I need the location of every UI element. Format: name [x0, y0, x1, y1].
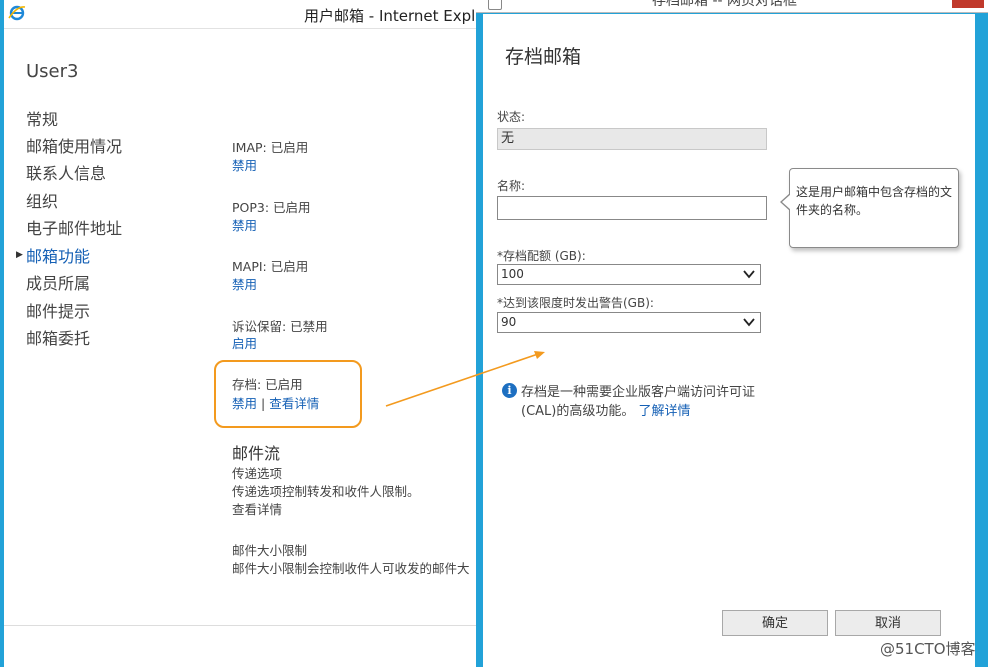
- nav-mailbox-features[interactable]: 邮箱功能: [26, 243, 90, 267]
- ok-button[interactable]: 确定: [722, 610, 828, 636]
- imap-disable-link[interactable]: 禁用: [232, 155, 257, 174]
- message-size-title: 邮件大小限制: [232, 543, 308, 558]
- nav-mail-tips[interactable]: 邮件提示: [26, 298, 90, 322]
- quota-select[interactable]: 100: [497, 264, 761, 285]
- nav-member-of[interactable]: 成员所属: [26, 270, 90, 294]
- dialog-heading: 存档邮箱: [505, 46, 582, 68]
- info-icon: i: [502, 383, 517, 398]
- nav-email-address[interactable]: 电子邮件地址: [26, 215, 122, 239]
- quota-label: *存档配额 (GB):: [497, 249, 586, 263]
- archive-status: 存档: 已启用: [232, 377, 303, 392]
- ie-title-bar: 用户邮箱 - Internet Explo: [4, 0, 485, 29]
- info-text-line2: (CAL)的高级功能。 了解详情: [521, 400, 691, 419]
- chevron-down-icon: [743, 318, 755, 327]
- archive-mailbox-dialog: 存档邮箱 -- 网页对话框 存档邮箱 状态: 无 名称: 这是用户邮箱中包含存档…: [476, 0, 988, 667]
- warning-select[interactable]: 90: [497, 312, 761, 333]
- user-name: User3: [26, 61, 79, 82]
- mapi-disable-link[interactable]: 禁用: [232, 274, 257, 293]
- archive-links: 禁用 | 查看详情: [232, 393, 319, 412]
- internet-explorer-icon: [8, 5, 26, 21]
- nav-organization[interactable]: 组织: [26, 188, 58, 212]
- archive-disable-link[interactable]: 禁用: [232, 396, 257, 411]
- info-text-line1: 存档是一种需要企业版客户端访问许可证: [521, 385, 756, 400]
- nav-mailbox-delegation[interactable]: 邮箱委托: [26, 325, 90, 349]
- delivery-options-details-link[interactable]: 查看详情: [232, 499, 282, 518]
- nav-mailbox-usage[interactable]: 邮箱使用情况: [26, 133, 122, 157]
- name-input[interactable]: [497, 196, 767, 220]
- dialog-icon: [488, 0, 502, 10]
- quota-value: 100: [501, 267, 524, 281]
- nav-contact-info[interactable]: 联系人信息: [26, 160, 106, 184]
- delivery-options-desc: 传递选项控制转发和收件人限制。: [232, 484, 420, 499]
- pop3-status: POP3: 已启用: [232, 200, 311, 215]
- ie-window: 用户邮箱 - Internet Explo User3 常规 邮箱使用情况 联系…: [0, 0, 485, 667]
- archive-details-link[interactable]: 查看详情: [269, 396, 319, 411]
- chevron-down-icon: [743, 270, 755, 279]
- tooltip-text: 这是用户邮箱中包含存档的文件夹的名称。: [796, 185, 953, 217]
- name-label: 名称:: [497, 179, 526, 193]
- divider: [4, 625, 478, 626]
- cancel-button[interactable]: 取消: [835, 610, 941, 636]
- nav-general[interactable]: 常规: [26, 106, 58, 130]
- litigation-hold-enable-link[interactable]: 启用: [232, 333, 257, 352]
- warning-label: *达到该限度时发出警告(GB):: [497, 296, 654, 310]
- link-separator: |: [261, 396, 266, 411]
- learn-more-link[interactable]: 了解详情: [639, 404, 691, 419]
- warning-value: 90: [501, 315, 517, 329]
- dialog-content: 存档邮箱 状态: 无 名称: 这是用户邮箱中包含存档的文件夹的名称。 *存档配额…: [483, 14, 975, 667]
- mapi-status: MAPI: 已启用: [232, 259, 309, 274]
- mailbox-properties-page: User3 常规 邮箱使用情况 联系人信息 组织 电子邮件地址 ▶ 邮箱功能 成…: [4, 29, 478, 667]
- selected-arrow-icon: ▶: [16, 250, 23, 260]
- delivery-options-title: 传递选项: [232, 466, 283, 481]
- dialog-title-bar: 存档邮箱 -- 网页对话框: [476, 0, 988, 13]
- dialog-title: 存档邮箱 -- 网页对话框: [652, 0, 798, 9]
- message-size-desc: 邮件大小限制会控制收件人可收发的邮件大: [232, 561, 470, 576]
- info-text-cal: (CAL)的高级功能。: [521, 404, 635, 419]
- tooltip-pointer-fill: [782, 194, 791, 210]
- pop3-disable-link[interactable]: 禁用: [232, 215, 257, 234]
- mail-flow-heading: 邮件流: [232, 444, 281, 463]
- watermark: @51CTO博客: [880, 640, 976, 658]
- imap-status: IMAP: 已启用: [232, 140, 309, 155]
- close-button[interactable]: [952, 0, 984, 8]
- name-tooltip: 这是用户邮箱中包含存档的文件夹的名称。: [780, 168, 959, 248]
- status-field: 无: [497, 128, 767, 150]
- status-label: 状态:: [497, 110, 526, 124]
- window-title: 用户邮箱 - Internet Explo: [304, 7, 485, 25]
